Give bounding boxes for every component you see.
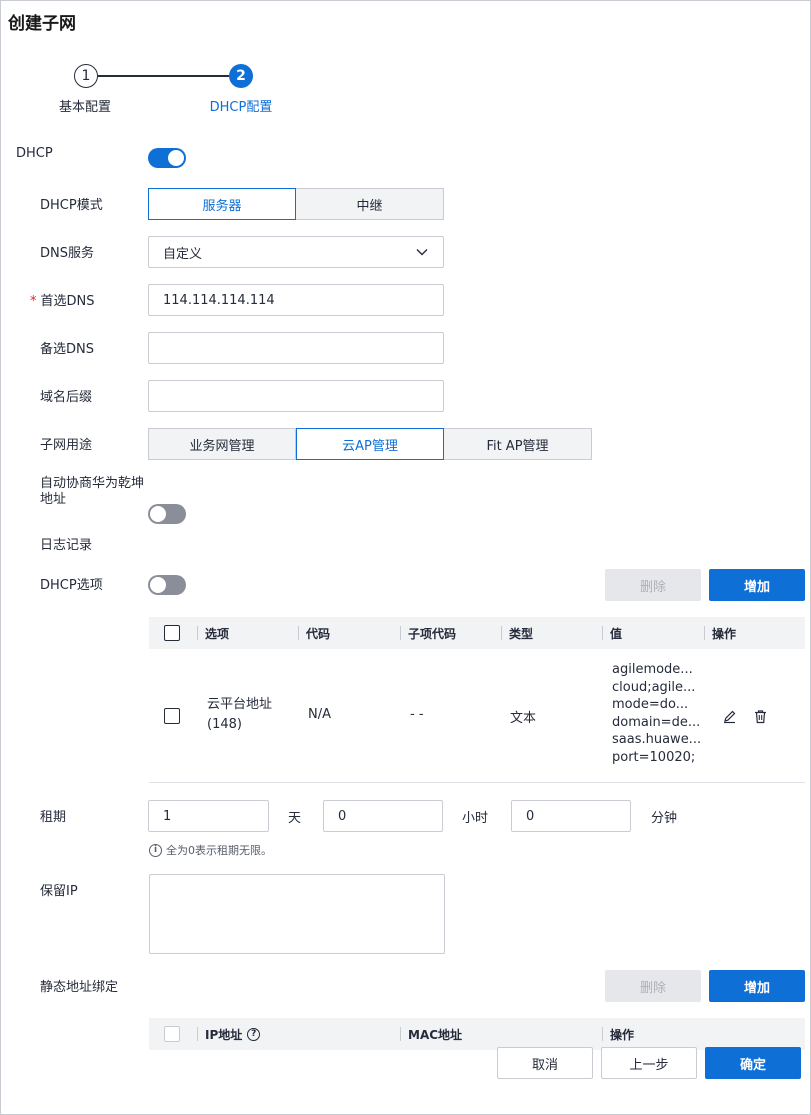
toggle-knob bbox=[168, 150, 184, 166]
column-sub-code: 子项代码 bbox=[408, 626, 457, 641]
mode-option-server[interactable]: 服务器 bbox=[148, 188, 296, 220]
lease-hours-value: 0 bbox=[338, 808, 347, 824]
column-type: 类型 bbox=[509, 626, 534, 641]
dns-service-value: 自定义 bbox=[163, 246, 203, 262]
table-row: 云平台地址 (148) N/A - - 文本 agilemode... clou… bbox=[149, 649, 805, 783]
static-binding-label: 静态地址绑定 bbox=[40, 980, 119, 995]
cancel-button[interactable]: 取消 bbox=[497, 1047, 593, 1079]
toggle-knob bbox=[150, 577, 166, 593]
chevron-down-icon bbox=[416, 249, 428, 256]
select-all-checkbox[interactable] bbox=[164, 1026, 180, 1042]
step-1-label[interactable]: 基本配置 bbox=[40, 96, 130, 115]
lease-days-unit: 天 bbox=[288, 811, 302, 826]
static-binding-table-header: IP地址 ? MAC地址 操作 bbox=[149, 1018, 805, 1050]
dhcp-label: DHCP bbox=[16, 146, 53, 161]
column-actions: 操作 bbox=[610, 1027, 635, 1042]
dns-service-label: DNS服务 bbox=[40, 246, 94, 261]
lease-label: 租期 bbox=[40, 810, 67, 825]
dhcp-mode-label: DHCP模式 bbox=[40, 198, 103, 213]
info-icon: i bbox=[149, 843, 162, 857]
subnet-usage-label: 子网用途 bbox=[40, 438, 93, 453]
step-2-label: DHCP配置 bbox=[209, 100, 273, 115]
value-cell: agilemode... cloud;agile... mode=do... d… bbox=[612, 662, 702, 765]
dhcp-options-add-button[interactable]: 增加 bbox=[709, 569, 805, 601]
primary-dns-value: 114.114.114.114 bbox=[163, 292, 275, 308]
previous-step-button[interactable]: 上一步 bbox=[601, 1047, 697, 1079]
help-icon[interactable]: ? bbox=[247, 1027, 261, 1041]
step-1-indicator[interactable]: 1 bbox=[74, 64, 98, 88]
required-mark: * bbox=[30, 294, 37, 309]
lease-minutes-value: 0 bbox=[526, 808, 535, 824]
auto-negotiate-toggle[interactable] bbox=[148, 504, 186, 524]
lease-hours-input[interactable]: 0 bbox=[323, 800, 443, 832]
option-cell: 云平台地址 (148) bbox=[207, 697, 273, 732]
confirm-button[interactable]: 确定 bbox=[705, 1047, 801, 1079]
dns-service-select[interactable]: 自定义 bbox=[148, 236, 444, 268]
primary-dns-label: * 首选DNS bbox=[30, 294, 95, 309]
subnet-usage-segmented: 业务网管理 云AP管理 Fit AP管理 bbox=[148, 428, 592, 460]
select-all-checkbox[interactable] bbox=[164, 625, 180, 641]
reserved-ip-textarea[interactable] bbox=[149, 874, 445, 954]
sub-code-cell: - - bbox=[410, 707, 424, 722]
column-option: 选项 bbox=[205, 626, 230, 641]
primary-dns-input[interactable]: 114.114.114.114 bbox=[148, 284, 444, 316]
lease-minutes-unit: 分钟 bbox=[651, 811, 678, 826]
dhcp-options-delete-button[interactable]: 删除 bbox=[605, 569, 701, 601]
edit-icon[interactable] bbox=[722, 709, 737, 724]
static-binding-add-button[interactable]: 增加 bbox=[709, 970, 805, 1002]
usage-option-fit-ap[interactable]: Fit AP管理 bbox=[444, 428, 592, 460]
domain-suffix-input[interactable] bbox=[148, 380, 444, 412]
code-cell: N/A bbox=[308, 707, 331, 722]
step-connector bbox=[98, 75, 229, 77]
lease-minutes-input[interactable]: 0 bbox=[511, 800, 631, 832]
column-code: 代码 bbox=[306, 626, 331, 641]
column-value: 值 bbox=[610, 626, 623, 641]
table-header: 选项 代码 子项代码 类型 值 操作 bbox=[149, 617, 805, 649]
delete-icon[interactable] bbox=[753, 709, 768, 724]
usage-option-business[interactable]: 业务网管理 bbox=[148, 428, 296, 460]
row-checkbox[interactable] bbox=[164, 708, 180, 724]
domain-suffix-label: 域名后缀 bbox=[40, 390, 93, 405]
column-mac: MAC地址 bbox=[408, 1027, 463, 1042]
dhcp-options-table: 选项 代码 子项代码 类型 值 操作 云平台地址 (148) N/A - - 文… bbox=[149, 617, 805, 783]
usage-option-cloud-ap[interactable]: 云AP管理 bbox=[296, 428, 444, 460]
reserved-ip-label: 保留IP bbox=[40, 884, 78, 899]
toggle-knob bbox=[150, 506, 166, 522]
secondary-dns-label: 备选DNS bbox=[40, 342, 94, 357]
lease-hours-unit: 小时 bbox=[462, 811, 489, 826]
lease-days-input[interactable]: 1 bbox=[148, 800, 269, 832]
dhcp-toggle[interactable] bbox=[148, 148, 186, 168]
step-2-indicator: 2 bbox=[229, 64, 253, 88]
page-title: 创建子网 bbox=[8, 14, 76, 34]
static-binding-delete-button[interactable]: 删除 bbox=[605, 970, 701, 1002]
lease-hint: i 全为0表示租期无限。 bbox=[149, 842, 272, 858]
column-actions: 操作 bbox=[712, 626, 737, 641]
secondary-dns-input[interactable] bbox=[148, 332, 444, 364]
dhcp-options-label: DHCP选项 bbox=[40, 578, 103, 593]
log-record-label: 日志记录 bbox=[40, 538, 93, 553]
type-cell: 文本 bbox=[510, 711, 537, 726]
column-ip: IP地址 ? bbox=[205, 1018, 261, 1050]
log-record-toggle[interactable] bbox=[148, 575, 186, 595]
dhcp-mode-segmented: 服务器 中继 bbox=[148, 188, 444, 220]
lease-days-value: 1 bbox=[163, 808, 172, 824]
mode-option-relay[interactable]: 中继 bbox=[296, 188, 444, 220]
auto-negotiate-label: 自动协商华为乾坤地址 bbox=[40, 476, 145, 507]
